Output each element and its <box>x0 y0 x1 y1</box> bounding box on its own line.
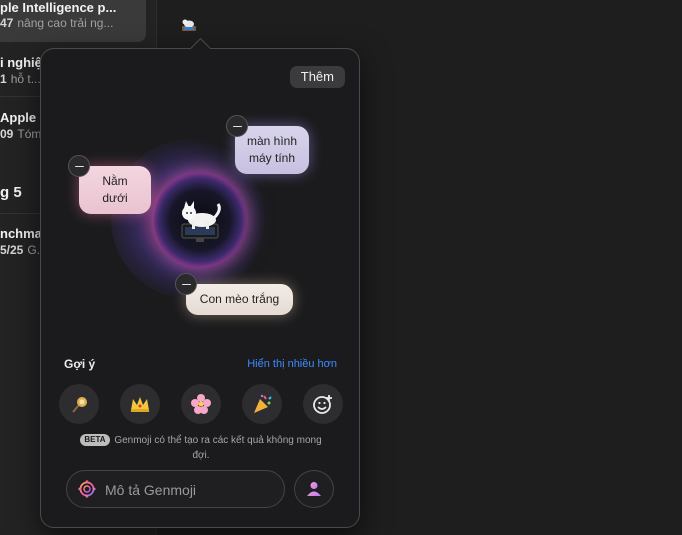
prompt-chip-label: Nằm <box>102 174 128 188</box>
genmoji-cat-icon[interactable] <box>181 18 197 32</box>
note-title: ple Intelligence p... <box>0 0 117 15</box>
crown-icon <box>131 397 149 412</box>
note-snippet: 47 nâng cao trải ng... <box>0 16 114 30</box>
prompt-chip[interactable]: màn hình máy tính <box>235 126 309 174</box>
suggestion-cherry-blossom-button[interactable] <box>181 384 221 424</box>
suggestion-emoji-add-button[interactable] <box>303 384 343 424</box>
emoji-add-icon <box>313 395 332 414</box>
prompt-chip[interactable]: Nằm dưới <box>79 166 151 214</box>
beta-disclaimer: BETA Genmoji có thể tạo ra các kết quả k… <box>71 433 331 463</box>
show-more-link[interactable]: Hiển thị nhiều hơn <box>247 358 337 370</box>
suggestions-label: Gợi ý <box>64 357 96 371</box>
genmoji-description-field[interactable] <box>66 470 285 508</box>
prompt-chip-label: màn hình <box>246 134 298 148</box>
prompt-chip-label: dưới <box>102 191 128 205</box>
remove-chip-icon[interactable] <box>68 155 90 177</box>
prompt-chip[interactable]: Con mèo trắng <box>186 284 293 315</box>
prompt-chip-label: máy tính <box>248 151 296 165</box>
add-button[interactable]: Thêm <box>289 66 345 88</box>
party-popper-icon <box>254 394 272 413</box>
genmoji-icon <box>78 480 96 498</box>
remove-chip-icon[interactable] <box>226 115 248 137</box>
section-heading: g 5 <box>0 184 22 201</box>
genmoji-popover: Thêm Nằm dưới màn hình máy tính Con mèo … <box>40 37 360 528</box>
prompt-chip-label: Con mèo trắng <box>199 292 280 306</box>
suggestion-crown-button[interactable] <box>120 384 160 424</box>
suggestion-party-popper-button[interactable] <box>242 384 282 424</box>
note-snippet: 1 hỗ t... <box>0 72 41 86</box>
genmoji-description-input[interactable] <box>103 478 277 502</box>
beta-note: Genmoji có thể tạo ra các kết quả không … <box>114 435 322 461</box>
suggestion-row <box>59 384 343 424</box>
remove-chip-icon[interactable] <box>175 273 197 295</box>
staff-icon <box>72 397 87 413</box>
genmoji-preview <box>154 172 246 268</box>
person-picker-button[interactable] <box>294 470 334 508</box>
beta-badge: BETA <box>80 434 110 446</box>
cherry-blossom-icon <box>191 394 211 414</box>
suggestion-staff-button[interactable] <box>59 384 99 424</box>
person-icon <box>307 482 321 496</box>
white-cat-icon <box>181 201 221 242</box>
